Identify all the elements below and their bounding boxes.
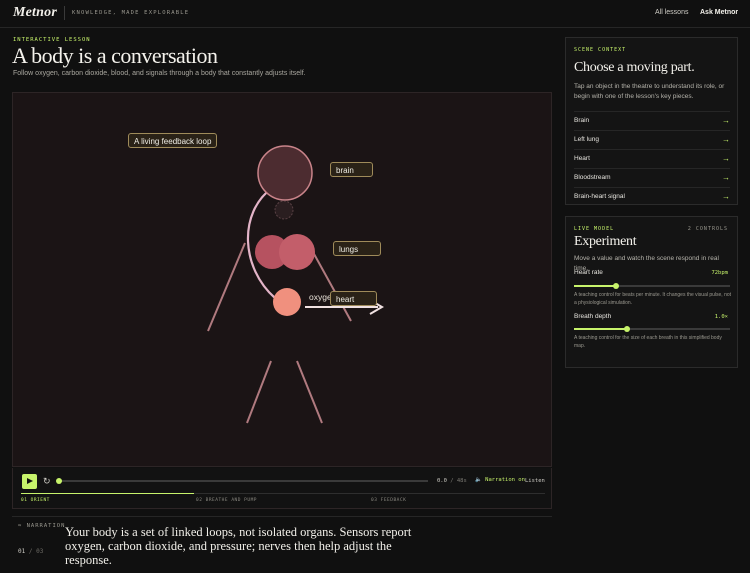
arrow-right-icon: → <box>722 116 730 125</box>
narration-label: ≈ NARRATION <box>18 523 65 529</box>
list-item-heart[interactable]: Heart → <box>574 149 730 168</box>
left-leg <box>246 360 272 424</box>
narration-counter: 01 / 03 <box>18 548 43 555</box>
chapter-orient[interactable]: 01 ORIENT <box>21 498 50 503</box>
arrow-right-icon: → <box>722 135 730 144</box>
breath-depth-slider[interactable] <box>574 326 730 332</box>
chapter-number: 01 <box>21 498 28 503</box>
right-lung-node[interactable] <box>279 234 315 270</box>
list-item-label: Brain <box>574 117 590 124</box>
experiment-eyebrow: LIVE MODEL <box>574 226 615 232</box>
nav-all-lessons-link[interactable]: All lessons <box>655 9 688 16</box>
lesson-subtitle: Follow oxygen, carbon dioxide, blood, an… <box>13 70 306 77</box>
breath-depth-help: A teaching control for the size of each … <box>574 335 722 349</box>
chapter-breathe-and-pump[interactable]: 02 BREATHE AND PUMP <box>196 498 257 503</box>
narration-divider <box>12 516 552 517</box>
replay-icon[interactable]: ↻ <box>43 476 51 487</box>
top-bar: Metnor KNOWLEDGE, MADE EXPLORABLE All le… <box>0 0 750 28</box>
experiment-title: Experiment <box>574 234 637 249</box>
heart-rate-slider[interactable] <box>574 283 730 289</box>
wave-icon: ≈ <box>18 523 23 529</box>
scrubber-handle[interactable] <box>56 478 62 484</box>
listen-button[interactable]: Listen <box>525 478 545 484</box>
time-separator: / <box>450 478 454 484</box>
time-current: 0.0 <box>437 478 447 484</box>
chapter-track <box>21 493 545 494</box>
play-button[interactable] <box>22 474 37 489</box>
chapter-label: BREATHE AND PUMP <box>205 498 257 503</box>
list-item-label: Brain-heart signal <box>574 193 625 200</box>
lesson-player: ↻ 0.0 / 48s 🔈 Narration on Listen 01 ORI… <box>12 468 552 509</box>
left-arm <box>207 242 246 332</box>
chapter-label: ORIENT <box>30 498 50 503</box>
scene-context-panel: SCENE CONTEXT Choose a moving part. Tap … <box>565 37 738 205</box>
chapter-number: 02 <box>196 498 203 503</box>
list-item-label: Left lung <box>574 136 599 143</box>
chapter-label: FEEDBACK <box>380 498 407 503</box>
scene-context-eyebrow: SCENE CONTEXT <box>574 47 627 53</box>
heart-rate-fill <box>574 285 617 287</box>
breath-depth-fill <box>574 328 628 330</box>
list-item-brain[interactable]: Brain → <box>574 111 730 130</box>
list-item-label: Heart <box>574 155 590 162</box>
heart-rate-help: A teaching control for beats per minute.… <box>574 292 732 306</box>
feedback-loop-tag[interactable]: A living feedback loop <box>128 133 218 148</box>
arrow-right-icon: → <box>722 173 730 182</box>
time-readout: 0.0 / 48s <box>437 478 467 484</box>
experiment-panel: LIVE MODEL 2 CONTROLS Experiment Move a … <box>565 216 738 368</box>
right-leg <box>296 360 323 424</box>
nav-ask-link[interactable]: Ask Metnor <box>700 9 738 16</box>
timeline-scrubber[interactable] <box>56 478 428 484</box>
heart-node[interactable] <box>273 288 301 316</box>
key-pieces-list: Brain → Left lung → Heart → Bloodstream … <box>574 111 730 206</box>
narration-current: 01 <box>18 548 26 555</box>
narration-separator: / <box>28 548 33 555</box>
speaker-icon: 🔈 <box>475 477 482 483</box>
list-item-brain-heart-signal[interactable]: Brain-heart signal → <box>574 187 730 206</box>
brain-tag[interactable]: brain <box>330 162 373 177</box>
arrow-right-icon: → <box>722 154 730 163</box>
body-theatre[interactable]: A living feedback loop brain lungs oxyge… <box>12 92 552 467</box>
narration-text: Your body is a set of linked loops, not … <box>65 525 412 567</box>
lesson-title: A body is a conversation <box>12 43 218 68</box>
heart-rate-value: 72bpm <box>711 270 728 276</box>
neck-node <box>274 200 294 220</box>
list-item-label: Bloodstream <box>574 174 611 181</box>
chapter-number: 03 <box>371 498 378 503</box>
scene-context-title: Choose a moving part. <box>574 60 695 75</box>
breath-depth-handle[interactable] <box>624 326 631 332</box>
heart-rate-handle[interactable] <box>613 283 620 289</box>
list-item-bloodstream[interactable]: Bloodstream → <box>574 168 730 187</box>
narration-label-text: NARRATION <box>26 523 66 529</box>
narration-toggle-label: Narration on <box>485 477 525 483</box>
brain-node[interactable] <box>257 145 313 201</box>
chapter-progress <box>21 493 194 494</box>
arrow-right-icon: → <box>722 192 730 201</box>
chapter-feedback[interactable]: 03 FEEDBACK <box>371 498 406 503</box>
controls-count: 2 CONTROLS <box>687 226 728 232</box>
tagline: KNOWLEDGE, MADE EXPLORABLE <box>72 10 190 16</box>
narration-total: 03 <box>36 548 44 555</box>
heart-rate-label: Heart rate <box>574 269 603 276</box>
time-total: 48s <box>456 478 467 484</box>
breath-depth-value: 1.0× <box>714 314 728 320</box>
list-item-left-lung[interactable]: Left lung → <box>574 130 730 149</box>
scene-context-desc: Tap an object in the theatre to understa… <box>574 83 725 100</box>
heart-tag[interactable]: heart <box>330 291 377 306</box>
lungs-tag[interactable]: lungs <box>333 241 381 256</box>
logo-divider <box>64 6 65 20</box>
logo[interactable]: Metnor <box>13 5 57 21</box>
body-diagram <box>207 145 384 424</box>
breath-depth-label: Breath depth <box>574 313 612 320</box>
narration-toggle[interactable]: 🔈 Narration on <box>475 477 525 483</box>
